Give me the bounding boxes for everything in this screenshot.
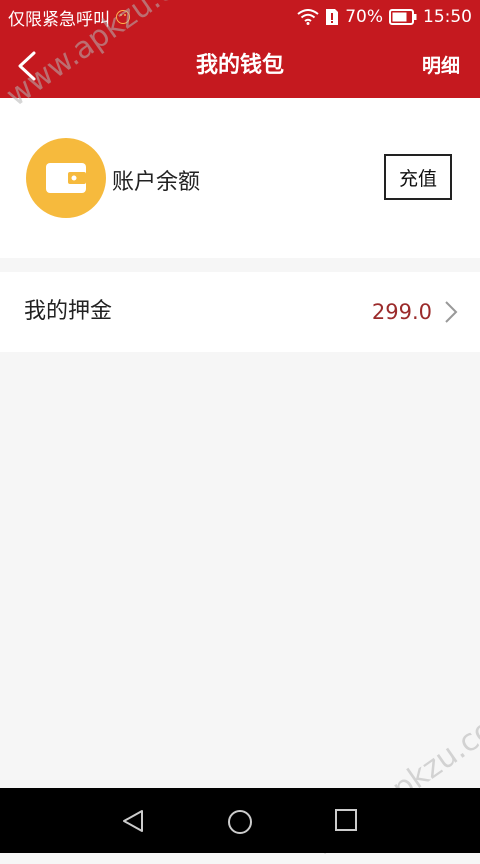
smiley-icon	[116, 10, 130, 24]
deposit-label: 我的押金	[24, 299, 113, 324]
system-back-icon[interactable]	[120, 808, 146, 834]
carrier-text: 仅限紧急呼叫	[8, 9, 110, 30]
balance-label: 账户余额	[112, 170, 201, 195]
recharge-button[interactable]: 充值	[384, 154, 452, 200]
detail-link[interactable]: 明细	[422, 34, 460, 98]
system-nav-bar	[0, 788, 480, 853]
deposit-row[interactable]: 我的押金 299.0	[0, 272, 480, 352]
status-bar: 仅限紧急呼叫 70% 15:50	[0, 0, 480, 34]
balance-card: 账户余额 充值	[0, 98, 480, 258]
system-home-icon[interactable]	[226, 808, 254, 836]
clock: 15:50	[423, 7, 472, 27]
top-nav-bar: 我的钱包 明细	[0, 34, 480, 98]
wallet-icon	[26, 138, 106, 218]
sim-icon	[326, 9, 339, 25]
battery-icon	[389, 9, 417, 25]
chevron-right-icon	[445, 301, 458, 323]
page-title: 我的钱包	[195, 53, 284, 78]
battery-percent: 70%	[345, 7, 383, 27]
wifi-icon	[297, 9, 319, 25]
deposit-amount: 299.0	[371, 300, 432, 324]
system-recents-icon[interactable]	[334, 808, 358, 832]
